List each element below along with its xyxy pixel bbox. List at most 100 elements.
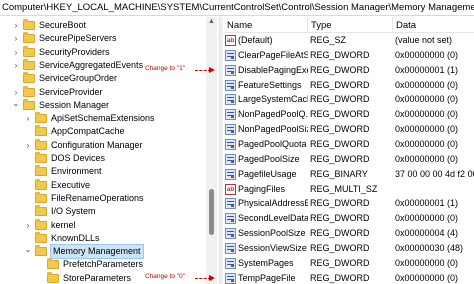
value-row[interactable]: PhysicalAddressE...REG_DWORD 0x00000001 (… (223, 197, 474, 210)
tree-item-label: Configuration Manager (51, 139, 143, 150)
value-row[interactable]: TempPageFile REG_DWORD 0x00000000 (0) (223, 272, 474, 284)
value-row[interactable]: PagedPoolQuota REG_DWORD 0x00000000 (0) (223, 138, 474, 151)
chevron-right-icon[interactable]: › (12, 19, 20, 32)
value-data: 0x00000030 (48) (395, 242, 464, 253)
value-name: SystemPages (238, 257, 294, 268)
tree-item[interactable]: AppCompatCache (0, 125, 206, 138)
value-name: FeatureSettings (238, 79, 302, 90)
tree-item[interactable]: › Configuration Manager (0, 138, 206, 152)
tree-item-label: StoreParameters (63, 272, 132, 283)
tree-item-label: KnownDLLs (51, 232, 100, 243)
tree-item[interactable]: Executive (0, 178, 206, 192)
tree-item[interactable]: KnownDLLs (0, 231, 206, 245)
value-name: PhysicalAddressE... (238, 198, 308, 209)
tree-item[interactable]: ⌄ Session Manager (0, 98, 206, 112)
folder-icon (35, 205, 47, 217)
chevron-right-icon[interactable]: › (24, 219, 32, 232)
folder-icon (35, 112, 47, 124)
tree-item[interactable]: › SecurePipeServers (0, 32, 206, 45)
value-row[interactable]: ab (Default) REG_SZ (value not set) (223, 34, 474, 47)
value-row[interactable]: PagedPoolSize REG_DWORD 0x00000000 (0) (223, 153, 474, 166)
string-value-icon: ab (225, 183, 236, 195)
registry-values-list[interactable]: Name Type Data ab (Default) REG_SZ (value n… (223, 17, 474, 284)
value-row[interactable]: SecondLevelData...REG_DWORD 0x00000000 (0… (223, 212, 474, 225)
folder-icon (23, 58, 35, 70)
value-type: REG_DWORD (310, 242, 370, 253)
tree-item[interactable]: › kernel (0, 218, 206, 232)
value-data: 0x00000001 (1) (395, 64, 459, 75)
chevron-right-icon[interactable]: › (12, 59, 20, 72)
folder-icon (35, 191, 47, 203)
folder-icon (35, 231, 47, 243)
value-row[interactable]: NonPagedPoolQ... REG_DWORD 0x00000000 (0) (223, 108, 474, 121)
annotation-arrow-icon (195, 275, 215, 282)
chevron-right-icon[interactable]: › (24, 139, 32, 152)
value-row[interactable]: FeatureSettings REG_DWORD 0x00000000 (0) (223, 79, 474, 92)
chevron-right-icon[interactable]: › (12, 32, 20, 45)
tree-item-label: kernel (51, 219, 76, 230)
tree-item[interactable]: PrefetchParameters (0, 258, 206, 271)
tree-scrollbar[interactable]: ▲ ▼ (206, 17, 217, 284)
value-type: REG_DWORD (310, 213, 370, 224)
folder-icon (35, 165, 47, 177)
binary-value-icon (225, 109, 236, 121)
value-row[interactable]: SystemPages REG_DWORD 0x00000000 (0) (223, 257, 474, 270)
tree-item[interactable]: Environment (0, 165, 206, 178)
binary-value-icon (225, 168, 236, 180)
chevron-right-icon[interactable]: › (12, 86, 20, 99)
value-row[interactable]: DisablePagingExec...REG_DWORD 0x00000001 … (223, 64, 474, 77)
folder-icon (23, 32, 35, 44)
value-data: 0x00000001 (1) (395, 198, 459, 209)
chevron-right-icon[interactable]: › (12, 46, 20, 59)
registry-key-tree[interactable]: › SecureBoot › SecurePipeServers › SecurityPr… (0, 17, 219, 284)
tree-item[interactable]: › SecurityProviders (0, 45, 206, 59)
value-name: NonPagedPoolQ... (238, 109, 308, 120)
value-type: REG_MULTI_SZ (310, 183, 378, 194)
value-row[interactable]: SessionViewSize REG_DWORD 0x00000030 (48) (223, 242, 474, 255)
tree-item[interactable]: ServiceGroupOrder (0, 72, 206, 85)
tree-item[interactable]: ⌄ Memory Management (0, 244, 206, 260)
chevron-down-icon[interactable]: ⌄ (12, 99, 20, 112)
tree-item-label: AppCompatCache (51, 126, 125, 137)
scrollbar-thumb[interactable] (209, 189, 214, 235)
value-data: 0x00000000 (0) (395, 79, 459, 90)
value-type: REG_DWORD (310, 109, 370, 120)
value-data: 0x00000000 (0) (395, 153, 459, 164)
folder-icon (23, 19, 35, 30)
value-name: PagingFiles (238, 183, 286, 194)
address-bar[interactable]: Computer\HKEY_LOCAL_MACHINE\SYSTEM\Curre… (0, 0, 474, 16)
value-data: 0x00000000 (0) (395, 272, 459, 283)
value-name: PagedPoolQuota (238, 138, 307, 149)
value-type: REG_DWORD (310, 79, 370, 90)
value-row[interactable]: SessionPoolSize REG_DWORD 0x00000004 (4) (223, 227, 474, 240)
value-row[interactable]: PagefileUsage REG_BINARY 37 00 00 00 4d f2… (223, 168, 474, 181)
value-type: REG_SZ (310, 35, 347, 45)
column-data-header[interactable]: Data (396, 20, 416, 31)
scroll-up-arrow-icon[interactable]: ▲ (206, 18, 217, 25)
tree-item[interactable]: › ApiSetSchemaExtensions (0, 112, 206, 125)
tree-item[interactable]: › SecureBoot (0, 19, 206, 32)
value-type: REG_DWORD (310, 272, 370, 283)
tree-item-label: PrefetchParameters (63, 259, 144, 270)
tree-item[interactable]: I/O System (0, 205, 206, 218)
annotation-label: Change to "0" (145, 273, 186, 281)
column-type-header[interactable]: Type (311, 20, 332, 31)
chevron-right-icon[interactable]: › (24, 112, 32, 125)
tree-item-label: ApiSetSchemaExtensions (51, 113, 155, 124)
tree-item[interactable]: › ServiceProvider (0, 85, 206, 99)
folder-icon (23, 85, 35, 97)
value-row[interactable]: LargeSystemCacheREG_DWORD 0x00000000 (0) (223, 93, 474, 106)
value-name: ClearPageFileAtS... (238, 49, 308, 60)
tree-item[interactable]: DOS Devices (0, 152, 206, 165)
tree-item[interactable]: FileRenameOperations (0, 191, 206, 205)
value-data: 0x00000000 (0) (395, 109, 459, 120)
binary-value-icon (225, 242, 236, 254)
column-name-header[interactable]: Name (227, 20, 252, 31)
value-row[interactable]: ab PagingFiles REG_MULTI_SZ (223, 183, 474, 196)
value-row[interactable]: NonPagedPoolSizeREG_DWORD 0x00000000 (0) (223, 123, 474, 136)
chevron-down-icon[interactable]: ⌄ (24, 245, 32, 258)
tree-item-label: Memory Management (50, 244, 144, 260)
value-row[interactable]: ClearPageFileAtS...REG_DWORD 0x00000000 (… (223, 49, 474, 62)
folder-icon (35, 138, 47, 150)
tree-item-label: ServiceProvider (39, 86, 103, 97)
